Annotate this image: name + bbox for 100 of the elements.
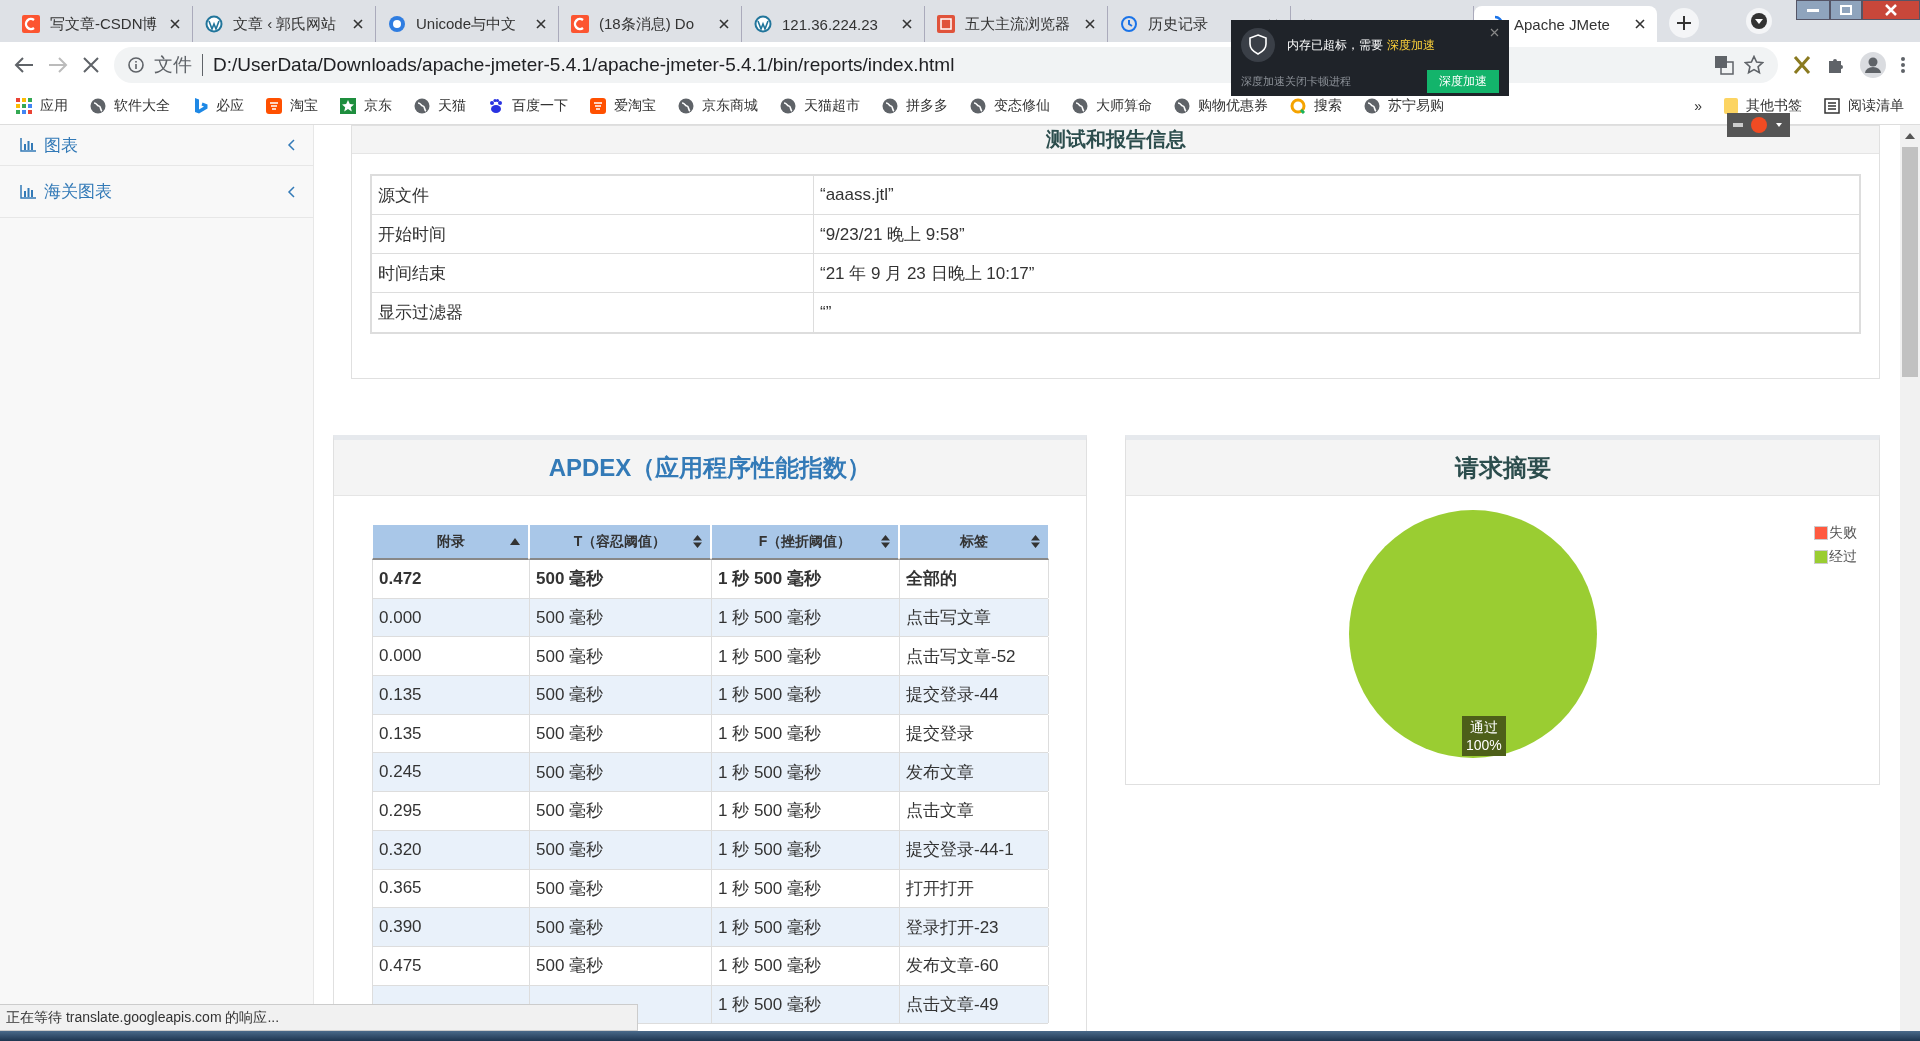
table-cell-text: 开始时间	[377, 223, 447, 246]
c-logo-icon	[571, 15, 589, 33]
dropdown-icon[interactable]	[1746, 8, 1772, 34]
globe-icon	[1364, 98, 1380, 114]
table-cell: “21 年 9 月 23 日晚上 10:17”	[813, 254, 1859, 292]
bookmarks-overflow[interactable]: »	[1694, 98, 1702, 114]
table-cell: 1 秒 500 毫秒	[711, 908, 899, 946]
bookmark[interactable]: 应用	[16, 97, 68, 115]
chevron-left-icon	[287, 185, 295, 198]
table-cell: 0.295	[372, 792, 529, 830]
scrollbar-thumb[interactable]	[1902, 147, 1918, 377]
bookmark[interactable]: 京东	[340, 97, 392, 115]
bookmark[interactable]: 爱淘宝	[590, 97, 656, 115]
table-cell: 0.475	[372, 946, 529, 985]
table-cell: 500 毫秒	[529, 753, 711, 792]
table-cell: 发布文章-60	[899, 946, 1049, 985]
maximize-button[interactable]	[1830, 0, 1862, 20]
globe-icon	[1174, 98, 1190, 114]
column-header[interactable]: 标签	[899, 524, 1049, 560]
star-logo-icon	[340, 98, 356, 114]
table-cell: 提交登录-44	[899, 676, 1049, 714]
x-logo-icon[interactable]	[1792, 55, 1812, 75]
scroll-up-icon[interactable]	[1905, 133, 1915, 139]
table-cell: 1 秒 500 毫秒	[711, 830, 899, 869]
bookmark[interactable]: 软件大全	[90, 97, 170, 115]
table-cell: 点击文章	[899, 792, 1049, 830]
bookmark[interactable]: 变态修仙	[970, 97, 1050, 115]
table-cell: 1 秒 500 毫秒	[711, 985, 899, 1024]
list-icon	[1824, 98, 1840, 114]
close-icon[interactable]	[1635, 19, 1645, 29]
reading-list[interactable]: 阅读清单	[1824, 97, 1904, 115]
tab-title: 写文章-CSDN博	[50, 14, 159, 34]
bookmark[interactable]: 必应	[192, 97, 244, 115]
table-cell: 1 秒 500 毫秒	[711, 946, 899, 985]
column-header[interactable]: T（容忍阈值）	[529, 524, 711, 560]
bookmark[interactable]: 天猫超市	[780, 97, 860, 115]
ring-logo-icon	[1290, 98, 1306, 114]
sort-icon	[881, 535, 890, 548]
table-cell: 提交登录	[899, 714, 1049, 753]
sort-ascending-icon	[510, 538, 520, 545]
table-cell: 打开打开	[899, 869, 1049, 908]
table-cell: 0.000	[372, 598, 529, 637]
sidebar-item[interactable]: 图表	[0, 125, 313, 166]
globe-icon	[678, 98, 694, 114]
close-window-button[interactable]	[1862, 0, 1920, 20]
close-icon[interactable]	[353, 19, 363, 29]
slice-label: 通过 100%	[1462, 716, 1506, 756]
close-icon	[1885, 4, 1897, 16]
table-cell: 0.365	[372, 869, 529, 908]
w-logo-icon	[205, 15, 223, 33]
bookmark[interactable]: 京东商城	[678, 97, 758, 115]
bookmark[interactable]: 天猫	[414, 97, 466, 115]
bookmark[interactable]: 大师算命	[1072, 97, 1152, 115]
profile-avatar-icon[interactable]	[1860, 52, 1886, 78]
translate-icon[interactable]	[1714, 55, 1734, 75]
history-icon	[1120, 15, 1138, 33]
table-cell: 1 秒 500 毫秒	[711, 869, 899, 908]
bookmark[interactable]: 苏宁易购	[1364, 97, 1444, 115]
table-cell: 0.245	[372, 753, 529, 792]
close-icon[interactable]	[902, 19, 912, 29]
sidebar-item[interactable]: 海关图表	[0, 166, 313, 218]
bookmark[interactable]: 百度一下	[488, 97, 568, 115]
close-icon[interactable]	[536, 19, 546, 29]
table-cell: 0.390	[372, 908, 529, 946]
table-cell: 500 毫秒	[529, 560, 711, 598]
star-icon[interactable]	[1744, 55, 1764, 75]
panel-title: 测试和报告信息	[1045, 127, 1186, 152]
menu-icon[interactable]	[1900, 56, 1906, 74]
bookmark[interactable]: 淘宝	[266, 97, 318, 115]
close-icon[interactable]	[170, 19, 180, 29]
apps-grid-icon	[16, 98, 32, 114]
table-cell: 0.320	[372, 830, 529, 869]
table-cell: 全部的	[899, 560, 1049, 598]
table-cell: 点击文章-49	[899, 985, 1049, 1024]
minimize-button[interactable]	[1796, 0, 1830, 20]
stop-loading-icon[interactable]	[82, 56, 100, 74]
table-cell: 500 毫秒	[529, 830, 711, 869]
paw-icon	[488, 98, 504, 114]
column-header[interactable]: 附录	[372, 524, 529, 560]
close-icon[interactable]	[1085, 19, 1095, 29]
table-cell: 点击写文章-52	[899, 637, 1049, 676]
tab-title: (18条消息) Do	[599, 14, 696, 34]
column-header[interactable]: F（挫折阈值）	[711, 524, 899, 560]
status-bar: 正在等待 translate.googleapis.com 的响应...	[0, 1004, 638, 1031]
new-tab-icon[interactable]	[1669, 8, 1699, 38]
bookmark[interactable]: 搜索	[1290, 97, 1342, 115]
bookmark[interactable]: 拼多多	[882, 97, 948, 115]
legend-label: 失败	[1829, 524, 1857, 542]
close-icon[interactable]	[719, 19, 729, 29]
table-cell: 点击写文章	[899, 598, 1049, 637]
bookmark[interactable]: 购物优惠券	[1174, 97, 1268, 115]
table-cell: 500 毫秒	[529, 908, 711, 946]
back-icon[interactable]	[14, 56, 34, 74]
sort-icon	[693, 535, 702, 548]
table-cell: 500 毫秒	[529, 869, 711, 908]
table-cell: “aaass.jtl”	[813, 176, 1859, 214]
table-cell-text: 时间结束	[377, 262, 447, 285]
table-cell: “”	[813, 293, 1859, 332]
other-bookmarks[interactable]: 其他书签	[1724, 97, 1802, 115]
shield-icon	[1241, 28, 1275, 62]
